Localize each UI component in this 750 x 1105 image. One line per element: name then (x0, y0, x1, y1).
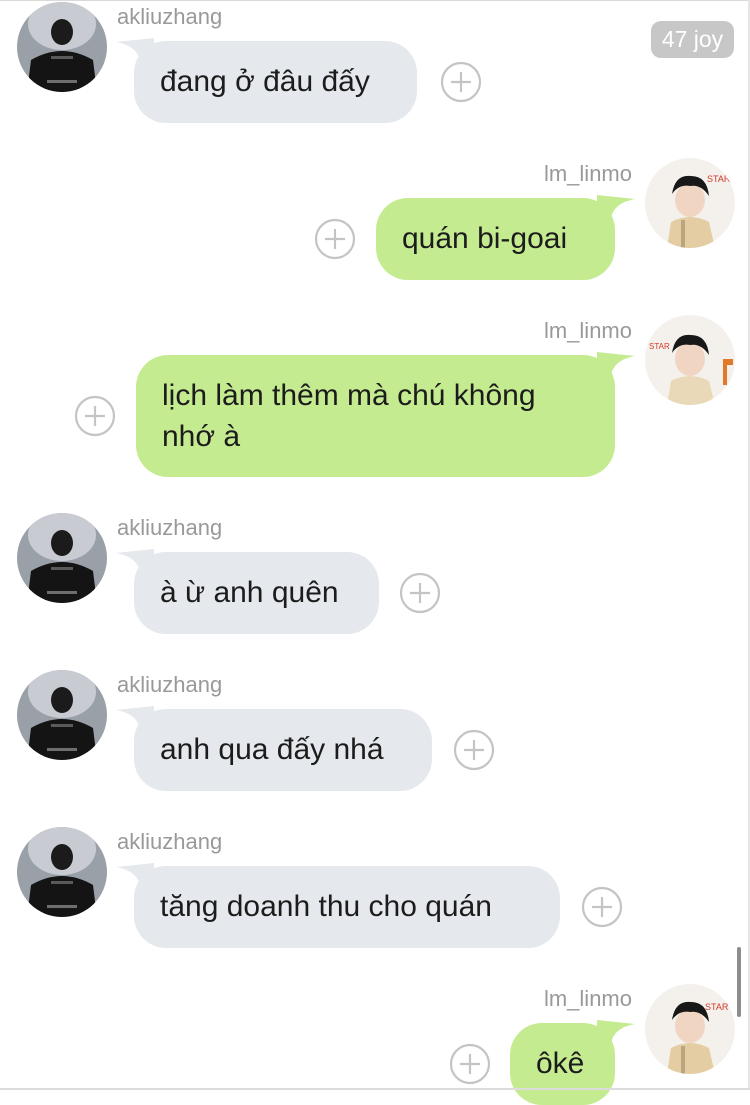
message-bubble[interactable]: tăng doanh thu cho quán (134, 866, 560, 948)
avatar-lm-linmo[interactable]: STAR (645, 315, 735, 405)
message-bubble[interactable]: à ừ anh quên (134, 552, 379, 634)
plus-circle-icon[interactable] (449, 1043, 491, 1085)
message-text: à ừ anh quên (160, 576, 339, 609)
plus-circle-icon[interactable] (440, 61, 482, 103)
svg-text:STAR: STAR (649, 342, 670, 351)
avatar-lm-linmo[interactable]: STAR (645, 158, 735, 248)
top-divider (0, 0, 750, 1)
sender-name: akliuzhang (117, 829, 223, 854)
avatar-akliuzhang[interactable] (17, 827, 107, 917)
message-bubble[interactable]: ôkê (510, 1023, 615, 1105)
plus-circle-icon[interactable] (453, 729, 495, 771)
sender-name: akliuzhang (117, 672, 223, 697)
svg-text:STAR: STAR (707, 174, 731, 184)
scrollbar-thumb[interactable] (737, 947, 741, 1017)
joy-count-badge[interactable]: 47 joy (651, 21, 734, 58)
plus-circle-icon[interactable] (581, 886, 623, 928)
message-bubble[interactable]: lịch làm thêm mà chú không nhớ à (136, 355, 615, 477)
message-text: quán bi-goai (402, 222, 568, 255)
message-bubble[interactable]: quán bi-goai (376, 198, 615, 280)
plus-circle-icon[interactable] (74, 395, 116, 437)
plus-circle-icon[interactable] (314, 218, 356, 260)
message-text: ôkê (536, 1047, 585, 1080)
avatar-akliuzhang[interactable] (17, 2, 107, 92)
message-text: tăng doanh thu cho quán (160, 890, 492, 923)
avatar-akliuzhang[interactable] (17, 513, 107, 603)
message-bubble[interactable]: anh qua đấy nhá (134, 709, 432, 791)
message-text: anh qua đấy nhá (160, 733, 384, 766)
plus-circle-icon[interactable] (399, 572, 441, 614)
message-text: đang ở đâu đấy (160, 65, 370, 98)
message-bubble[interactable]: đang ở đâu đấy (134, 41, 417, 123)
avatar-lm-linmo[interactable]: STAR (645, 984, 735, 1074)
avatar-akliuzhang[interactable] (17, 670, 107, 760)
svg-text:STAR: STAR (705, 1002, 729, 1012)
sender-name: lm_linmo (543, 161, 632, 186)
sender-name: akliuzhang (117, 4, 223, 29)
sender-name: akliuzhang (117, 515, 223, 540)
message-text: lịch làm thêm mà chú không nhớ à (162, 379, 536, 453)
sender-name: lm_linmo (543, 986, 632, 1011)
sender-name: lm_linmo (543, 318, 632, 343)
